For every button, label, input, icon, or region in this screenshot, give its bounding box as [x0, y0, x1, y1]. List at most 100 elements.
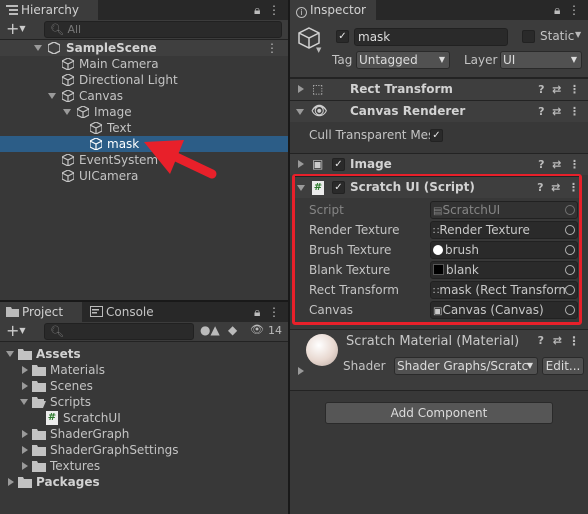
item-label: Scripts	[50, 395, 92, 409]
hidden-packages-icon[interactable]: 👁︎	[250, 323, 264, 336]
prop-brush-texture-field[interactable]: brush	[430, 241, 578, 259]
kebab-menu-icon[interactable]: ⋮	[268, 305, 280, 319]
kebab-menu-icon[interactable]: ⋮	[568, 3, 580, 17]
csharp-script-icon: #	[312, 181, 324, 195]
object-picker-icon[interactable]	[565, 225, 575, 235]
project-item-scratchui[interactable]: # ScratchUI	[0, 410, 288, 426]
hierarchy-item-directional-light[interactable]: Directional Light	[0, 72, 288, 88]
collapse-arrow-icon[interactable]	[8, 478, 14, 486]
object-picker-icon[interactable]	[565, 245, 575, 255]
create-dropdown-button[interactable]: +▼	[6, 322, 26, 340]
gameobject-cube-icon	[62, 154, 74, 166]
shader-dropdown[interactable]: Shader Graphs/Scratc ▼	[394, 357, 538, 375]
component-rect-transform[interactable]: ⬚ Rect Transform ? ⇄ ⋮	[290, 78, 588, 100]
project-item-materials[interactable]: Materials	[0, 362, 288, 378]
collapse-arrow-icon[interactable]	[22, 462, 28, 470]
material-menu-icon[interactable]: ⋮	[568, 334, 580, 348]
component-header-icons[interactable]: ? ⇄ ⋮	[538, 154, 580, 176]
project-item-packages[interactable]: Packages	[0, 474, 288, 490]
material-preview-thumbnail[interactable]	[306, 334, 338, 366]
component-header-icons[interactable]: ? ⇄ ⋮	[537, 177, 579, 199]
collapse-arrow-icon[interactable]	[22, 446, 28, 454]
cull-checkbox[interactable]: ✓	[430, 129, 443, 142]
static-dropdown-icon[interactable]: ▼	[575, 30, 581, 39]
object-picker-icon[interactable]	[565, 265, 575, 275]
prop-canvas-field[interactable]: ▣Canvas (Canvas)	[430, 301, 578, 319]
object-name-field[interactable]: mask	[354, 28, 508, 46]
lock-icon[interactable]: 🔒︎	[554, 3, 560, 17]
prop-blank-texture-field[interactable]: blank	[430, 261, 578, 279]
project-item-shadergraphsettings[interactable]: ShaderGraphSettings	[0, 442, 288, 458]
scene-row[interactable]: SampleScene ⋮	[0, 40, 288, 56]
filter-by-type-icon[interactable]: ●▲	[200, 323, 220, 337]
component-header-icons[interactable]: ? ⇄ ⋮	[538, 101, 580, 123]
component-header-icons[interactable]: ? ⇄ ⋮	[538, 79, 580, 101]
prop-script-label: Script	[309, 203, 344, 217]
add-dropdown-button[interactable]: +▼	[6, 20, 26, 38]
material-help-icon[interactable]: ?	[538, 334, 544, 347]
image-enabled-checkbox[interactable]: ✓	[332, 158, 345, 171]
component-canvas-renderer[interactable]: 👁︎ Canvas Renderer ? ⇄ ⋮	[290, 100, 588, 122]
console-icon	[90, 306, 103, 317]
layer-dropdown[interactable]: UI ▼	[500, 51, 582, 69]
tag-dropdown[interactable]: Untagged ▼	[356, 51, 450, 69]
project-item-assets[interactable]: Assets	[0, 346, 288, 362]
hierarchy-item-main-camera[interactable]: Main Camera	[0, 56, 288, 72]
item-label: Text	[107, 121, 132, 135]
project-item-scenes[interactable]: Scenes	[0, 378, 288, 394]
collapse-arrow-icon[interactable]	[298, 160, 304, 168]
prop-render-texture-field[interactable]: ∷Render Texture	[430, 221, 578, 239]
project-item-textures[interactable]: Textures	[0, 458, 288, 474]
red-arrow-annotation	[144, 140, 217, 179]
project-tab-menu[interactable]: 🔒︎ ⋮	[254, 302, 280, 322]
project-search-input[interactable]: 🔍︎	[44, 323, 194, 340]
scene-menu-icon[interactable]: ⋮	[266, 40, 278, 56]
lock-icon[interactable]: 🔒︎	[254, 3, 260, 17]
expand-arrow-icon[interactable]	[63, 109, 71, 115]
collapse-arrow-icon[interactable]	[22, 382, 28, 390]
collapse-arrow-icon[interactable]	[298, 367, 304, 375]
collapse-arrow-icon[interactable]	[22, 430, 28, 438]
hierarchy-search-input[interactable]: 🔍︎ All	[44, 21, 282, 38]
object-picker-icon[interactable]	[565, 305, 575, 315]
item-label: ShaderGraph	[50, 427, 130, 441]
hierarchy-item-canvas[interactable]: Canvas	[0, 88, 288, 104]
collapse-arrow-icon[interactable]	[22, 366, 28, 374]
hierarchy-item-image[interactable]: Image	[0, 104, 288, 120]
kebab-menu-icon[interactable]: ⋮	[268, 3, 280, 17]
project-item-scripts[interactable]: Scripts	[0, 394, 288, 410]
project-item-shadergraph[interactable]: ShaderGraph	[0, 426, 288, 442]
expand-arrow-icon[interactable]	[297, 185, 305, 191]
lock-icon[interactable]: 🔒︎	[254, 305, 260, 319]
icon-dropdown-icon[interactable]: ▼	[316, 46, 321, 54]
expand-arrow-icon[interactable]	[20, 399, 28, 405]
static-checkbox[interactable]	[522, 30, 535, 43]
expand-arrow-icon[interactable]	[296, 109, 304, 115]
filter-by-label-icon[interactable]: ◆	[228, 323, 237, 337]
expand-arrow-icon[interactable]	[6, 351, 14, 357]
object-picker-icon[interactable]	[565, 285, 575, 295]
hierarchy-tab-menu[interactable]: 🔒︎ ⋮	[254, 0, 280, 20]
inspector-tab-menu[interactable]: 🔒︎ ⋮	[554, 0, 580, 20]
layer-value: UI	[503, 53, 516, 67]
gameobject-cube-icon	[62, 90, 74, 102]
tab-console[interactable]: Console	[84, 302, 168, 322]
add-component-button[interactable]: Add Component	[325, 402, 553, 424]
active-checkbox[interactable]: ✓	[336, 30, 349, 43]
expand-arrow-icon[interactable]	[48, 93, 56, 99]
folder-icon	[18, 477, 32, 488]
component-image[interactable]: ▣ ✓ Image ? ⇄ ⋮	[290, 153, 588, 175]
tab-inspector[interactable]: i Inspector	[290, 0, 376, 20]
tab-hierarchy[interactable]: Hierarchy	[0, 0, 98, 20]
project-toolbar: +▼ 🔍︎ ●▲ ◆ 👁︎ 14	[0, 322, 288, 342]
collapse-arrow-icon[interactable]	[298, 85, 304, 93]
material-settings-icon[interactable]: ⇄	[553, 334, 562, 347]
hierarchy-list-icon	[6, 5, 18, 15]
prop-rect-transform-field[interactable]: ∷mask (Rect Transform	[430, 281, 578, 299]
component-scratch-ui[interactable]: # ✓ Scratch UI (Script) ? ⇄ ⋮	[295, 176, 579, 198]
expand-arrow-icon[interactable]	[34, 45, 42, 51]
scratch-enabled-checkbox[interactable]: ✓	[332, 181, 345, 194]
layer-label: Layer	[464, 53, 498, 67]
tab-project[interactable]: Project	[0, 302, 82, 322]
shader-edit-button[interactable]: Edit...	[542, 357, 584, 375]
